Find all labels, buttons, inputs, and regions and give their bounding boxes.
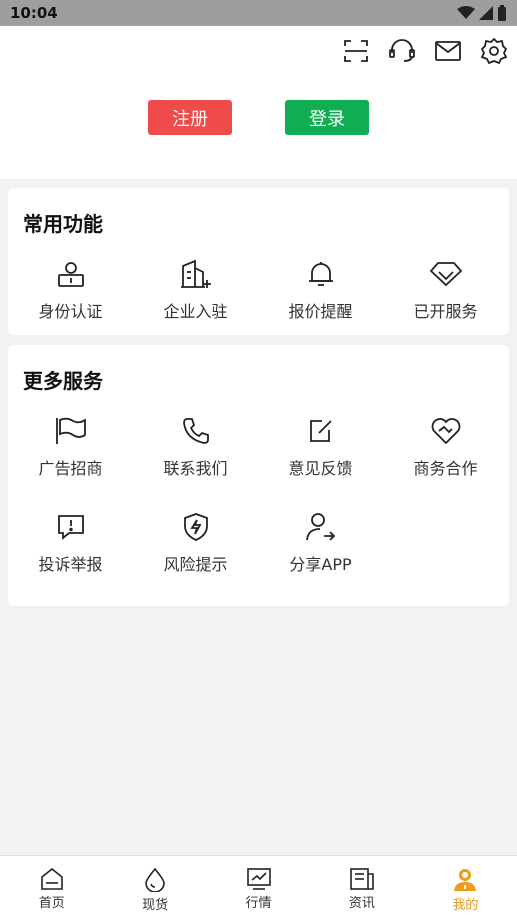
login-button[interactable]: 登录	[285, 100, 369, 135]
grid-item-label: 报价提醒	[288, 302, 353, 321]
grid-item-label: 风险提示	[163, 555, 228, 574]
grid-item-share-app[interactable]: 分享APP	[258, 511, 383, 575]
edit-icon	[305, 415, 337, 447]
tab-mine[interactable]: 我的	[414, 856, 517, 917]
tab-market[interactable]: 行情	[207, 856, 310, 917]
battery-icon	[498, 5, 506, 21]
grid-item-enterprise[interactable]: 企业入驻	[133, 258, 258, 322]
news-icon	[350, 868, 374, 890]
diamond-icon	[429, 258, 462, 290]
grid-item-advertising[interactable]: 广告招商	[8, 415, 133, 479]
flag-icon	[55, 415, 87, 447]
grid-item-opened-services[interactable]: 已开服务	[383, 258, 508, 322]
signal-icon	[479, 6, 493, 20]
more-services-card: 更多服务 广告招商 联系我们 意见反馈 商务合作 投诉举报 风险提示 分享APP	[8, 345, 509, 606]
grid-item-label: 广告招商	[38, 459, 103, 478]
common-functions-title: 常用功能	[23, 212, 103, 236]
more-services-title: 更多服务	[23, 369, 103, 393]
account-header: 注册 登录	[0, 26, 517, 179]
tab-spot[interactable]: 现货	[103, 856, 206, 917]
common-functions-card: 常用功能 身份认证 企业入驻 报价提醒 已开服务	[8, 188, 509, 335]
grid-item-feedback[interactable]: 意见反馈	[258, 415, 383, 479]
building-icon	[180, 258, 212, 290]
bell-icon	[305, 258, 337, 290]
grid-item-label: 投诉举报	[38, 555, 103, 574]
grid-item-label: 商务合作	[413, 459, 478, 478]
profile-icon	[454, 869, 477, 891]
drop-icon	[145, 868, 165, 892]
tab-label: 现货	[142, 898, 169, 913]
tab-label: 资讯	[348, 896, 375, 911]
grid-item-risk[interactable]: 风险提示	[133, 511, 258, 575]
home-icon	[40, 868, 63, 890]
shield-bolt-icon	[180, 511, 212, 543]
grid-item-business[interactable]: 商务合作	[383, 415, 508, 479]
wifi-icon	[457, 6, 475, 19]
tab-home[interactable]: 首页	[0, 856, 103, 917]
grid-item-label: 分享APP	[289, 555, 352, 574]
handshake-heart-icon	[430, 415, 462, 447]
report-icon	[55, 511, 87, 543]
tab-label: 首页	[38, 896, 65, 911]
user-share-icon	[305, 511, 337, 543]
register-button[interactable]: 注册	[148, 100, 232, 135]
tab-news[interactable]: 资讯	[310, 856, 413, 917]
scan-icon[interactable]	[341, 36, 371, 66]
grid-item-label: 意见反馈	[288, 459, 353, 478]
status-bar: 10:04	[0, 0, 517, 26]
grid-item-label: 企业入驻	[163, 302, 228, 321]
chart-icon	[246, 868, 271, 890]
headset-icon[interactable]	[387, 36, 417, 66]
phone-icon	[180, 415, 212, 447]
grid-item-label: 已开服务	[413, 302, 478, 321]
grid-item-complaint[interactable]: 投诉举报	[8, 511, 133, 575]
tab-label: 我的	[452, 898, 479, 913]
settings-icon[interactable]	[479, 36, 509, 66]
grid-item-identity[interactable]: 身份认证	[8, 258, 133, 322]
bottom-tab-bar: 首页 现货 行情 资讯 我的	[0, 855, 517, 917]
grid-item-label: 联系我们	[163, 459, 228, 478]
id-card-icon	[55, 258, 87, 290]
mail-icon[interactable]	[433, 36, 463, 66]
status-time: 10:04	[10, 4, 58, 22]
grid-item-label: 身份认证	[38, 302, 103, 321]
tab-label: 行情	[245, 896, 272, 911]
grid-item-price-alert[interactable]: 报价提醒	[258, 258, 383, 322]
grid-item-contact[interactable]: 联系我们	[133, 415, 258, 479]
